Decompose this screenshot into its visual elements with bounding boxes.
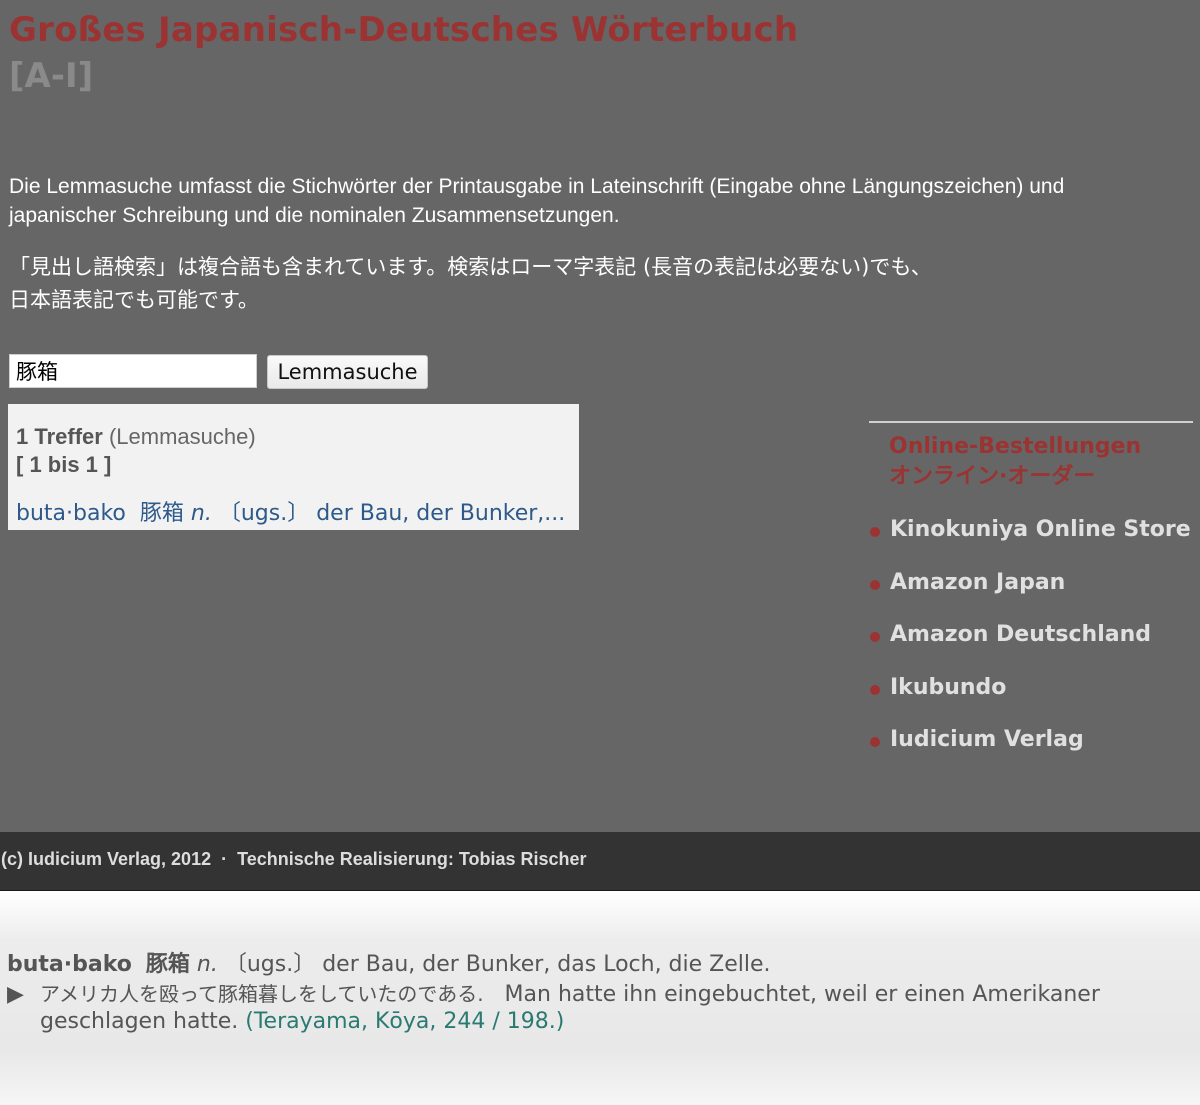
result-hit-link[interactable]: buta·bako 豚箱 n. 〔ugs.〕 der Bau, der Bunk… xyxy=(16,495,565,527)
result-mode-label: (Lemmasuche) xyxy=(108,424,256,449)
shop-link-amazon-deutschland[interactable]: Amazon Deutschland xyxy=(890,622,1151,647)
result-count: 1 Treffer (Lemmasuche) xyxy=(16,424,256,450)
online-orders-title: Online-Bestellungen オンライン·オーダー xyxy=(889,432,1141,492)
hit-kanji: 豚箱 xyxy=(139,501,184,526)
intro-german: Die Lemmasuche umfasst die Stichwörter d… xyxy=(9,175,1065,227)
footer-text: (c) Iudicium Verlag, 2012 · Technische R… xyxy=(1,849,587,869)
bullet-icon xyxy=(870,684,880,695)
bullet-icon xyxy=(870,527,880,537)
shop-link-iudicium[interactable]: Iudicium Verlag xyxy=(890,727,1084,752)
intro-japanese: 「見出し語検索」は複合語も含まれています。検索はローマ字表記 (長音の表記は必要… xyxy=(9,251,1159,317)
main-area: Großes Japanisch-Deutsches Wörterbuch [A… xyxy=(0,0,1200,832)
hit-register: 〔ugs.〕 xyxy=(218,501,310,526)
page-title: Großes Japanisch-Deutsches Wörterbuch xyxy=(9,10,799,50)
shop-item-iudicium: Iudicium Verlag xyxy=(870,727,1191,780)
bullet-icon xyxy=(870,579,880,590)
result-range: [ 1 bis 1 ] xyxy=(16,452,112,477)
example-german-part-1: Man hatte ihn eingebuchtet, weil er eine… xyxy=(504,982,1100,1007)
hit-romaji: buta·bako xyxy=(16,501,126,526)
example-japanese: アメリカ人を殴って豚箱暮しをしていたのである. xyxy=(40,982,484,1006)
hit-gloss: der Bau, der Bunker,... xyxy=(316,501,566,526)
bullet-icon xyxy=(870,737,880,748)
entry-register: 〔ugs.〕 xyxy=(224,952,316,977)
shop-item-ikubundo: Ikubundo xyxy=(870,675,1191,728)
entry-pos: n. xyxy=(196,952,218,977)
example-source: (Terayama, Kōya, 244 / 198.) xyxy=(245,1009,565,1034)
online-orders-title-de: Online-Bestellungen xyxy=(889,434,1142,459)
entry-detail-panel: buta·bako 豚箱 n. 〔ugs.〕 der Bau, der Bunk… xyxy=(0,891,1200,1105)
results-panel: 1 Treffer (Lemmasuche) [ 1 bis 1 ] buta·… xyxy=(8,404,579,530)
online-orders-title-ja: オンライン·オーダー xyxy=(889,464,1096,489)
entry-headline: buta·bako 豚箱 n. 〔ugs.〕 der Bau, der Bunk… xyxy=(7,946,771,978)
entry-example-continuation: geschlagen hatte. (Terayama, Kōya, 244 /… xyxy=(40,1009,564,1034)
example-arrow-icon: ▶ xyxy=(7,982,24,1007)
shop-link-ikubundo[interactable]: Ikubundo xyxy=(890,675,1006,700)
shop-item-kinokuniya: Kinokuniya Online Store xyxy=(870,517,1191,570)
footer: (c) Iudicium Verlag, 2012 · Technische R… xyxy=(0,832,1200,891)
bullet-icon xyxy=(870,632,880,643)
lemma-search-button[interactable]: Lemmasuche xyxy=(267,355,428,389)
entry-example: ▶ アメリカ人を殴って豚箱暮しをしていたのである. Man hatte ihn e… xyxy=(7,978,1100,1007)
hit-pos: n. xyxy=(190,501,212,526)
example-german-part-2: geschlagen hatte. xyxy=(40,1009,239,1034)
result-count-label: 1 Treffer xyxy=(16,424,103,449)
entry-gloss: der Bau, der Bunker, das Loch, die Zelle… xyxy=(322,952,771,977)
shop-link-amazon-japan[interactable]: Amazon Japan xyxy=(890,570,1065,595)
shop-item-amazon-deutschland: Amazon Deutschland xyxy=(870,622,1191,675)
search-input[interactable] xyxy=(9,354,257,388)
intro-japanese-line-2: 日本語表記でも可能です。 xyxy=(9,288,259,312)
intro-japanese-line-1: 「見出し語検索」は複合語も含まれています。検索はローマ字表記 (長音の表記は必要… xyxy=(9,255,932,279)
shop-list: Kinokuniya Online Store Amazon Japan Ama… xyxy=(870,517,1191,780)
entry-kanji: 豚箱 xyxy=(145,952,190,977)
entry-romaji: buta·bako xyxy=(7,952,132,977)
page-subtitle: [A-I] xyxy=(9,56,94,96)
shop-item-amazon-japan: Amazon Japan xyxy=(870,570,1191,623)
sidebar-divider xyxy=(869,421,1193,423)
shop-link-kinokuniya[interactable]: Kinokuniya Online Store xyxy=(890,517,1191,542)
